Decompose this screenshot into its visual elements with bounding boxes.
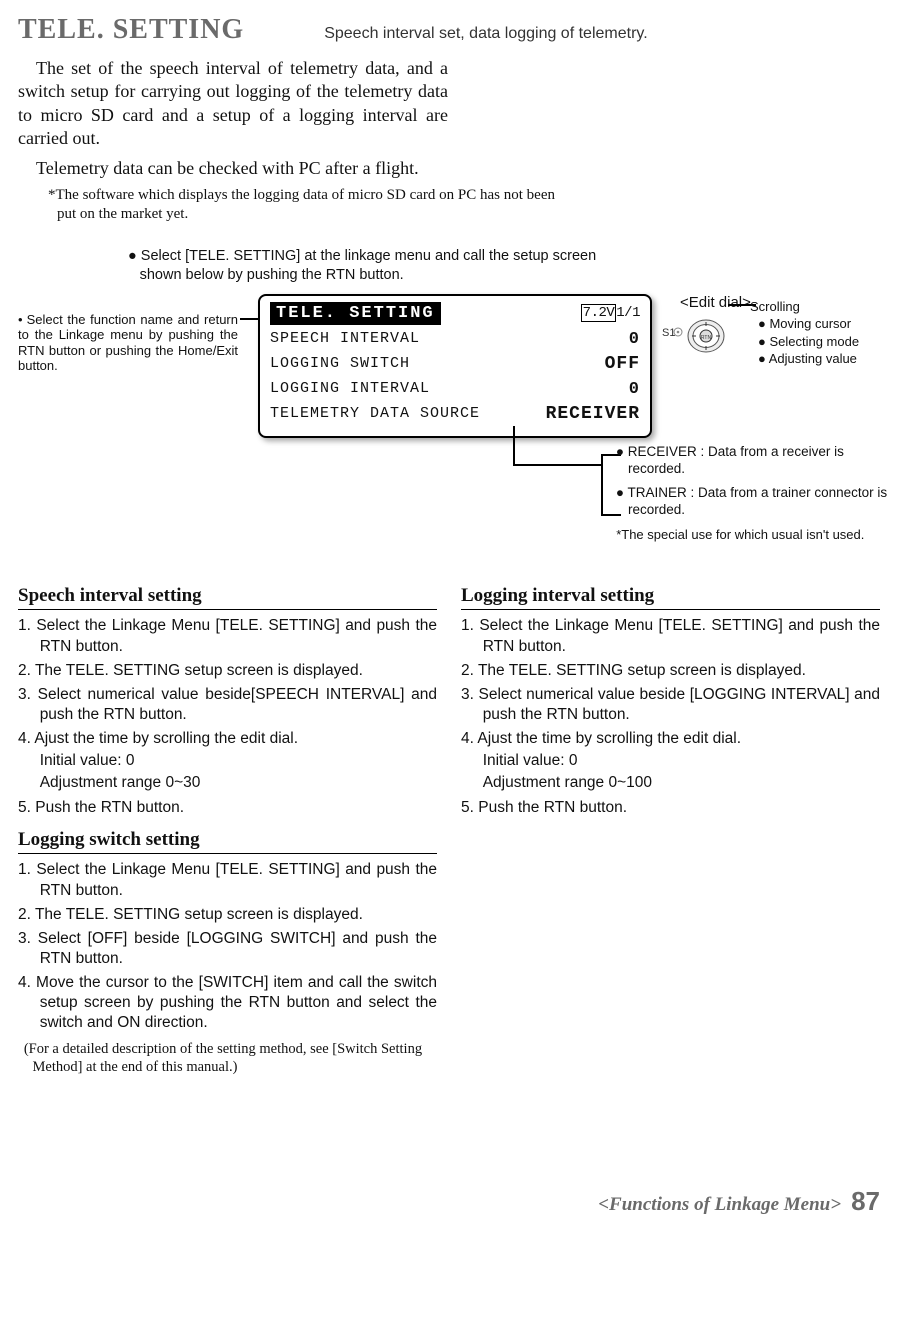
center-instruction: ● Select [TELE. SETTING] at the linkage … — [128, 247, 620, 283]
speech-steps: 1. Select the Linkage Menu [TELE. SETTIN… — [18, 616, 437, 817]
lcd-screen: TELE. SETTING 7.2V1/1 SPEECH INTERVAL 0 … — [258, 294, 652, 439]
lcd-label: TELEMETRY DATA SOURCE — [270, 405, 480, 424]
section-heading-loginterval: Logging interval setting — [461, 584, 880, 611]
edit-dial-icon: RTN — [672, 312, 728, 364]
dial-bullet: ● Moving cursor — [758, 315, 859, 333]
dial-bullets: Scrolling ● Moving cursor ● Selecting mo… — [750, 298, 859, 368]
page-footer: <Functions of Linkage Menu> 87 — [598, 1185, 880, 1218]
logswitch-steps: 1. Select the Linkage Menu [TELE. SETTIN… — [18, 860, 437, 1033]
lcd-row-loginterval: LOGGING INTERVAL 0 — [270, 379, 640, 400]
loginterval-steps: 1. Select the Linkage Menu [TELE. SETTIN… — [461, 616, 880, 817]
step-sub: Adjustment range 0~30 — [18, 773, 437, 793]
callout-trainer: ● TRAINER : Data from a trainer connecto… — [568, 485, 888, 519]
callout-footnote: *The special use for which usual isn't u… — [568, 527, 888, 543]
lcd-row-source: TELEMETRY DATA SOURCE RECEIVER — [270, 403, 640, 426]
dial-bullet: ● Selecting mode — [758, 333, 859, 351]
step: 2. The TELE. SETTING setup screen is dis… — [461, 661, 880, 681]
logswitch-footnote: (For a detailed description of the setti… — [18, 1040, 437, 1076]
step: 4. Move the cursor to the [SWITCH] item … — [18, 973, 437, 1033]
lcd-value: 0 — [629, 379, 640, 400]
lcd-titlebar: TELE. SETTING 7.2V1/1 — [270, 302, 640, 325]
left-column: Speech interval setting 1. Select the Li… — [18, 574, 437, 1076]
dial-bullet: ● Adjusting value — [758, 350, 859, 368]
lcd-screen-title: TELE. SETTING — [270, 302, 441, 325]
lcd-page: 1/1 — [616, 305, 640, 321]
step: 3. Select numerical value beside[SPEECH … — [18, 685, 437, 725]
diagram-area: Select the function name and return to t… — [18, 294, 880, 564]
connector-line — [513, 426, 515, 466]
lcd-value: 0 — [629, 329, 640, 350]
left-callout: Select the function name and return to t… — [18, 312, 238, 374]
page-subtitle: Speech interval set, data logging of tel… — [324, 24, 647, 44]
lcd-label: LOGGING SWITCH — [270, 355, 410, 374]
right-callouts: ● RECEIVER : Data from a receiver is rec… — [568, 444, 888, 544]
step: 4. Ajust the time by scrolling the edit … — [18, 729, 437, 749]
section-heading-logswitch: Logging switch setting — [18, 828, 437, 855]
footer-section-title: <Functions of Linkage Menu> — [598, 1193, 841, 1217]
step: 4. Ajust the time by scrolling the edit … — [461, 729, 880, 749]
step: 3. Select [OFF] beside [LOGGING SWITCH] … — [18, 929, 437, 969]
step-sub: Adjustment range 0~100 — [461, 773, 880, 793]
lcd-row-speech: SPEECH INTERVAL 0 — [270, 329, 640, 350]
step: 1. Select the Linkage Menu [TELE. SETTIN… — [18, 616, 437, 656]
battery-icon: 7.2V — [581, 304, 617, 322]
lcd-row-logswitch: LOGGING SWITCH OFF — [270, 353, 640, 376]
content-columns: Speech interval setting 1. Select the Li… — [18, 574, 880, 1076]
step: 2. The TELE. SETTING setup screen is dis… — [18, 661, 437, 681]
step: 1. Select the Linkage Menu [TELE. SETTIN… — [461, 616, 880, 656]
footer-page-number: 87 — [851, 1185, 880, 1218]
svg-text:RTN: RTN — [701, 335, 712, 341]
intro-block: The set of the speech interval of teleme… — [18, 57, 448, 180]
lcd-label: SPEECH INTERVAL — [270, 330, 420, 349]
lcd-value: OFF — [605, 353, 640, 376]
lcd-label: LOGGING INTERVAL — [270, 380, 430, 399]
intro-note: *The software which displays the logging… — [48, 186, 577, 224]
step: 1. Select the Linkage Menu [TELE. SETTIN… — [18, 860, 437, 900]
callout-receiver: ● RECEIVER : Data from a receiver is rec… — [568, 444, 888, 478]
step-sub: Initial value: 0 — [18, 751, 437, 771]
step: 2. The TELE. SETTING setup screen is dis… — [18, 905, 437, 925]
lcd-battery-page: 7.2V1/1 — [581, 305, 640, 323]
callout-line — [240, 318, 258, 320]
header-row: TELE. SETTING Speech interval set, data … — [18, 12, 880, 47]
intro-p2: Telemetry data can be checked with PC af… — [18, 157, 448, 180]
step: 5. Push the RTN button. — [461, 798, 880, 818]
step-sub: Initial value: 0 — [461, 751, 880, 771]
lcd-value: RECEIVER — [546, 403, 640, 426]
right-column: Logging interval setting 1. Select the L… — [461, 574, 880, 1076]
dial-head: Scrolling — [750, 298, 859, 316]
section-heading-speech: Speech interval setting — [18, 584, 437, 611]
intro-p1: The set of the speech interval of teleme… — [18, 57, 448, 151]
step: 5. Push the RTN button. — [18, 798, 437, 818]
step: 3. Select numerical value beside [LOGGIN… — [461, 685, 880, 725]
page-title: TELE. SETTING — [18, 12, 244, 47]
